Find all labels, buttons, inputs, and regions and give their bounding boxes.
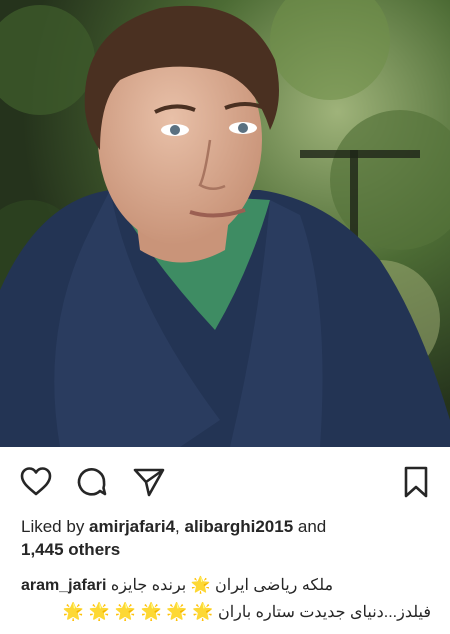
post-caption: aram_jafari ملکه ریاضی ایران 🌟 برنده جای… [21,573,431,626]
likes-and: and [293,517,327,536]
paper-plane-icon[interactable] [132,465,166,499]
post-action-bar [0,447,450,513]
likes-separator: , [175,517,185,536]
caption-line-1: aram_jafari ملکه ریاضی ایران 🌟 برنده جای… [21,573,431,599]
likes-prefix: Liked by [21,517,90,536]
likes-others-count[interactable]: 1,445 others [21,540,120,559]
bookmark-icon[interactable] [399,465,433,499]
comment-bubble-icon[interactable] [75,465,109,499]
likes-summary: Liked by amirjafari4, alibarghi2015 and … [21,515,431,561]
caption-line-2: فیلدز...دنیای جدیدت ستاره باران 🌟 🌟 🌟 🌟 … [21,599,431,626]
post-image[interactable] [0,0,450,447]
caption-username[interactable]: aram_jafari [21,577,106,594]
liker-username-1[interactable]: amirjafari4 [89,517,175,536]
heart-icon[interactable] [19,465,53,499]
star-emoji-icon: 🌟 🌟 🌟 🌟 🌟 🌟 [62,602,214,621]
caption-text-1: ملکه ریاضی ایران 🌟 برنده جایزه [110,577,334,594]
liker-username-2[interactable]: alibarghi2015 [185,517,294,536]
caption-text-2: فیلدز...دنیای جدیدت ستاره باران [217,604,431,621]
